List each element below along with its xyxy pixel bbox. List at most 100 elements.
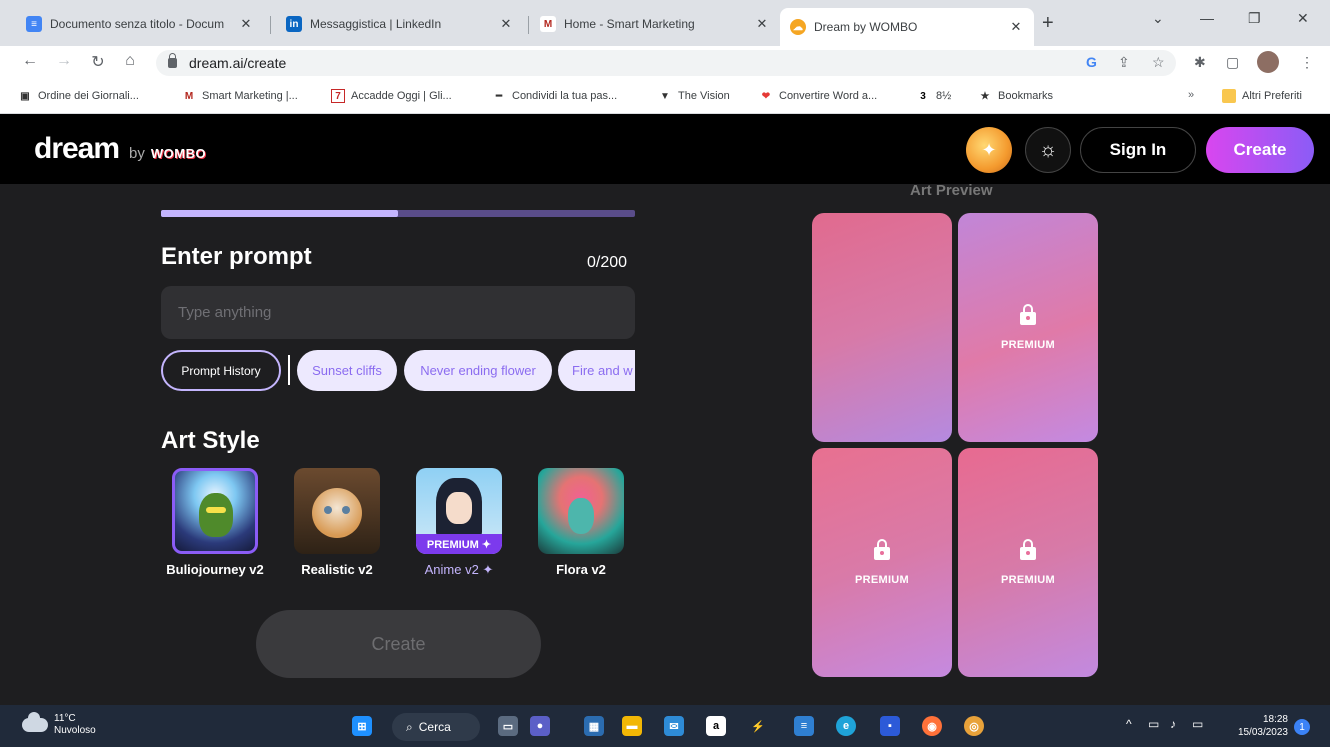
character-counter: 0/200 [587, 254, 628, 271]
app-icon[interactable]: ▪ [880, 716, 900, 736]
battery-icon[interactable]: ▭ [1192, 717, 1203, 731]
smart-marketing-icon: M [540, 16, 556, 32]
bookmarks-bar: ▣ Ordine dei Giornali... M Smart Marketi… [0, 80, 1330, 114]
calendar-icon: 7 [331, 89, 345, 103]
suggestion-chip[interactable]: Never ending flower [404, 350, 552, 391]
style-thumbnail [538, 468, 624, 554]
bookmark-item[interactable]: ▼ The Vision [658, 89, 730, 103]
new-tab-icon[interactable]: + [1042, 12, 1054, 35]
windows-start-icon[interactable]: ⊞ [352, 716, 372, 736]
create-artwork-button[interactable]: Create [256, 610, 541, 678]
the-vision-icon: ▼ [660, 90, 670, 102]
minimize-icon[interactable]: — [1200, 10, 1214, 26]
preview-card-locked[interactable]: PREMIUM [958, 213, 1098, 442]
chrome-icon[interactable]: ◎ [964, 716, 984, 736]
edge-icon[interactable]: e [836, 716, 856, 736]
premium-label: PREMIUM [1000, 339, 1056, 351]
bookmark-item[interactable]: M Smart Marketing |... [182, 89, 298, 103]
bookmarks-overflow[interactable]: » [1188, 89, 1194, 101]
tab-dream-wombo[interactable]: ☁ Dream by WOMBO ✕ [780, 8, 1034, 46]
amazon-icon[interactable]: a [706, 716, 726, 736]
reload-icon[interactable]: ↻ [88, 52, 108, 72]
create-header-button[interactable]: Create [1206, 127, 1314, 173]
prompt-suggestions: Prompt History Sunset cliffs Never endin… [161, 350, 635, 392]
mail-icon[interactable]: ✉ [664, 716, 684, 736]
restore-icon[interactable]: ❐ [1248, 10, 1261, 27]
network-icon[interactable]: ▭ [1148, 717, 1159, 731]
firefox-icon[interactable]: ◉ [922, 716, 942, 736]
enter-prompt-heading: Enter prompt [161, 243, 312, 270]
suggestion-chip[interactable]: Sunset cliffs [297, 350, 397, 391]
preview-card-locked[interactable]: PREMIUM [812, 448, 952, 677]
volume-icon[interactable]: ♪ [1170, 717, 1176, 731]
premium-badge: PREMIUM ✦ [416, 534, 502, 554]
tab-search-icon[interactable]: ⌄ [1152, 10, 1164, 27]
profile-avatar[interactable] [1257, 51, 1279, 73]
bookmark-item[interactable]: ▣ Ordine dei Giornali... [18, 89, 139, 103]
folder-icon [1222, 89, 1236, 103]
preview-card[interactable] [812, 213, 952, 442]
prompt-history-button[interactable]: Prompt History [161, 350, 281, 391]
widgets-icon[interactable]: ▦ [584, 716, 604, 736]
back-icon[interactable]: ← [20, 52, 40, 70]
close-window-icon[interactable]: ✕ [1297, 10, 1309, 27]
tab-title: Dream by WOMBO [814, 20, 918, 34]
side-panel-icon[interactable]: ▢ [1226, 54, 1239, 71]
time: 18:28 [1262, 714, 1288, 725]
tab-google-docs[interactable]: ≡ Documento senza titolo - Docum ✕ [16, 8, 264, 40]
style-label: Realistic v2 [301, 562, 373, 577]
prompt-input[interactable] [161, 286, 635, 339]
theme-toggle-sun-icon[interactable]: ☼ [1025, 127, 1071, 173]
newspaper-icon: ▣ [20, 90, 30, 102]
bookmark-item[interactable]: ━ Condividi la tua pas... [492, 89, 617, 103]
notification-badge[interactable]: 1 [1294, 719, 1310, 735]
notepad-icon[interactable]: ≡ [794, 716, 814, 736]
tab-linkedin[interactable]: in Messaggistica | LinkedIn ✕ [276, 8, 524, 40]
task-view-icon[interactable]: ▭ [498, 716, 518, 736]
taskbar-search[interactable]: ⌕ Cerca [392, 713, 480, 741]
style-card-realistic[interactable]: Realistic v2 [292, 468, 382, 577]
style-card-buliojourney[interactable]: Buliojourney v2 [166, 468, 264, 577]
close-tab-icon[interactable]: ✕ [238, 16, 254, 32]
bookmark-item[interactable]: 3 8½ [916, 89, 951, 103]
bookmark-star-icon[interactable]: ☆ [1152, 54, 1165, 71]
share-icon[interactable]: ⇪ [1118, 54, 1130, 71]
extensions-icon[interactable]: ✱ [1194, 54, 1206, 71]
style-card-flora[interactable]: Flora v2 [536, 468, 626, 577]
tray-chevron-icon[interactable]: ^ [1126, 717, 1132, 731]
bookmark-item[interactable]: ❤ Convertire Word a... [759, 89, 877, 103]
search-icon: ⌕ [406, 719, 413, 734]
close-tab-icon[interactable]: ✕ [1008, 19, 1024, 35]
teams-chat-icon[interactable]: ● [530, 716, 550, 736]
date: 15/03/2023 [1237, 727, 1288, 738]
star-icon: ★ [980, 90, 990, 102]
bookmark-item[interactable]: 7 Accadde Oggi | Gli... [331, 89, 452, 103]
dream-logo[interactable]: dream by WOMBO [34, 132, 206, 166]
close-tab-icon[interactable]: ✕ [498, 16, 514, 32]
lock-icon [168, 53, 177, 68]
browser-tab-strip: ≡ Documento senza titolo - Docum ✕ in Me… [0, 0, 1330, 46]
google-lens-icon[interactable]: G [1086, 54, 1097, 70]
style-label: Flora v2 [556, 562, 606, 577]
system-clock[interactable]: 18:28 15/03/2023 [1226, 713, 1288, 739]
progress-fill [161, 210, 398, 217]
address-bar[interactable]: dream.ai/create [156, 50, 1176, 76]
tab-smart-marketing[interactable]: M Home - Smart Marketing ✕ [530, 8, 780, 40]
other-bookmarks[interactable]: Altri Preferiti [1222, 89, 1302, 103]
art-style-heading: Art Style [161, 427, 260, 454]
bookmark-item[interactable]: ★ Bookmarks [978, 89, 1054, 103]
close-tab-icon[interactable]: ✕ [754, 16, 770, 32]
file-explorer-icon[interactable]: ▬ [622, 716, 642, 736]
home-icon[interactable]: ⌂ [120, 52, 140, 70]
weather-widget[interactable]: 11°C Nuvoloso [22, 712, 96, 737]
style-card-anime[interactable]: PREMIUM ✦ Anime v2 ✦ [414, 468, 504, 578]
beta-icon: 3 [920, 90, 926, 102]
power-automate-icon[interactable]: ⚡ [748, 716, 768, 736]
forward-icon[interactable]: → [54, 52, 74, 70]
menu-icon[interactable]: ⋮ [1300, 54, 1314, 71]
suggestion-chip[interactable]: Fire and w [558, 350, 635, 391]
preview-card-locked[interactable]: PREMIUM [958, 448, 1098, 677]
profile-orb-icon[interactable]: ✦ [966, 127, 1012, 173]
sign-in-button[interactable]: Sign In [1080, 127, 1196, 173]
windows-taskbar: 11°C Nuvoloso ⊞ ⌕ Cerca ▭ ● ▦ ▬ ✉ a ⚡ ≡ … [0, 705, 1330, 747]
